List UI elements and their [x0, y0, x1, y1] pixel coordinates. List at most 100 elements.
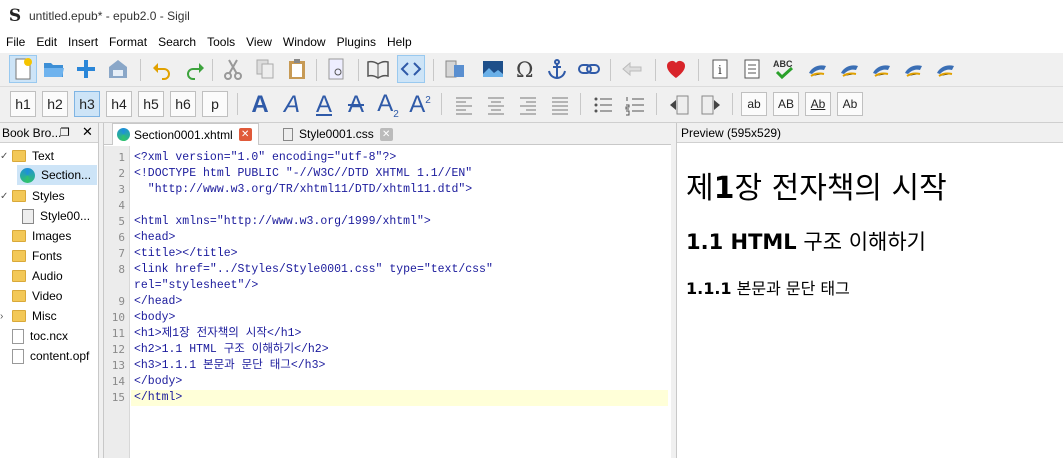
- tree-folder-video[interactable]: Video: [12, 286, 62, 306]
- code-line[interactable]: <link href="../Styles/Style0001.css" typ…: [134, 262, 493, 278]
- menu-window[interactable]: Window: [277, 31, 331, 53]
- menu-tools[interactable]: Tools: [201, 31, 240, 53]
- menu-search[interactable]: Search: [152, 31, 201, 53]
- heading-1-button[interactable]: h1: [10, 91, 36, 117]
- new-file-button[interactable]: [9, 55, 37, 83]
- code-line[interactable]: <!DOCTYPE html PUBLIC "-//W3C//DTD XHTML…: [134, 166, 472, 182]
- subscript-button[interactable]: A2: [374, 90, 402, 120]
- code-line[interactable]: <?xml version="1.0" encoding="utf-8"?>: [134, 150, 396, 166]
- menu-view[interactable]: View: [240, 31, 277, 53]
- meta-editor-button[interactable]: [323, 55, 351, 83]
- code-line[interactable]: <head>: [134, 230, 175, 246]
- open-file-button[interactable]: [40, 55, 68, 83]
- plugin-1-button[interactable]: [804, 55, 832, 83]
- tree-folder-misc[interactable]: › Misc: [0, 306, 57, 326]
- plugin-3-button[interactable]: [868, 55, 896, 83]
- menu-insert[interactable]: Insert: [62, 31, 103, 53]
- italic-button[interactable]: A: [278, 91, 306, 118]
- insert-id-button[interactable]: [543, 55, 571, 83]
- add-file-button[interactable]: [72, 55, 100, 83]
- plugin-2-button[interactable]: [836, 55, 864, 83]
- tree-item-style0001[interactable]: Style00...: [22, 206, 90, 226]
- report-button[interactable]: i: [706, 55, 734, 83]
- titlecase-button[interactable]: Ab: [805, 92, 831, 116]
- close-tab-icon[interactable]: ✕: [379, 127, 393, 141]
- capitalize-button[interactable]: Ab: [837, 92, 863, 116]
- paragraph-button[interactable]: p: [202, 91, 228, 117]
- menu-plugins[interactable]: Plugins: [331, 31, 381, 53]
- close-tab-icon[interactable]: ✕: [238, 128, 252, 141]
- tab-style0001[interactable]: Style0001.css ✕: [279, 123, 399, 145]
- plugin-5-button[interactable]: [932, 55, 960, 83]
- undo-button[interactable]: [148, 55, 176, 83]
- current-code-line[interactable]: </html>: [131, 390, 668, 406]
- bullet-list-button[interactable]: [589, 91, 617, 119]
- code-view-button[interactable]: [397, 55, 425, 83]
- heading-5-button[interactable]: h5: [138, 91, 164, 117]
- plugin-4-button[interactable]: [900, 55, 928, 83]
- code-line[interactable]: <h3>1.1.1 본문과 문단 태그</h3>: [134, 358, 325, 374]
- sigil-app-icon: S: [8, 5, 22, 26]
- code-line[interactable]: </head>: [134, 294, 182, 310]
- align-left-button[interactable]: [450, 91, 478, 119]
- split-file-button[interactable]: [441, 55, 469, 83]
- donate-button[interactable]: [662, 55, 690, 83]
- justify-button[interactable]: [546, 91, 574, 119]
- align-right-button[interactable]: [514, 91, 542, 119]
- increase-indent-button[interactable]: [697, 91, 725, 119]
- float-panel-icon[interactable]: ❐: [60, 126, 70, 139]
- align-center-button[interactable]: [482, 91, 510, 119]
- back-button[interactable]: [618, 55, 646, 83]
- insert-link-button[interactable]: [575, 55, 603, 83]
- insert-image-button[interactable]: [479, 55, 507, 83]
- tree-folder-images[interactable]: Images: [12, 226, 71, 246]
- tree-folder-audio[interactable]: Audio: [12, 266, 63, 286]
- numbered-list-button[interactable]: [621, 91, 649, 119]
- tree-item-toc-ncx[interactable]: toc.ncx: [12, 326, 68, 346]
- spellcheck-button[interactable]: ABC: [770, 55, 798, 83]
- heading-2-button[interactable]: h2: [42, 91, 68, 117]
- chevron-down-icon[interactable]: ✓: [0, 151, 8, 162]
- code-line[interactable]: <h1>제1장 전자책의 시작</h1>: [134, 326, 301, 342]
- decrease-indent-button[interactable]: [665, 91, 693, 119]
- tree-item-section0001[interactable]: Section...: [17, 165, 97, 185]
- book-view-button[interactable]: [364, 55, 392, 83]
- code-line[interactable]: <html xmlns="http://www.w3.org/1999/xhtm…: [134, 214, 431, 230]
- tree-folder-fonts[interactable]: Fonts: [12, 246, 62, 266]
- code-line[interactable]: <body>: [134, 310, 175, 326]
- copy-button[interactable]: [251, 55, 279, 83]
- menu-edit[interactable]: Edit: [30, 31, 62, 53]
- close-icon[interactable]: ✕: [82, 124, 93, 140]
- tab-section0001[interactable]: Section0001.xhtml ✕: [112, 123, 259, 145]
- tree-folder-text[interactable]: ✓ Text: [0, 146, 54, 166]
- tree-folder-styles[interactable]: ✓ Styles: [0, 186, 65, 206]
- code-line[interactable]: "http://www.w3.org/TR/xhtml11/DTD/xhtml1…: [134, 182, 472, 198]
- cut-button[interactable]: [219, 55, 247, 83]
- superscript-button[interactable]: A2: [406, 91, 434, 118]
- menu-help[interactable]: Help: [381, 31, 417, 53]
- bold-button[interactable]: A: [246, 91, 274, 118]
- uppercase-button[interactable]: AB: [773, 92, 799, 116]
- paste-button[interactable]: [283, 55, 311, 83]
- heading-4-button[interactable]: h4: [106, 91, 132, 117]
- chevron-down-icon[interactable]: ✓: [0, 191, 8, 202]
- underline-button[interactable]: A: [310, 91, 338, 118]
- heading-3-button[interactable]: h3: [74, 91, 100, 117]
- redo-button[interactable]: [181, 55, 209, 83]
- code-line[interactable]: rel="stylesheet"/>: [134, 278, 258, 294]
- justify-icon: [552, 97, 568, 115]
- heading-6-button[interactable]: h6: [170, 91, 196, 117]
- strikethrough-button[interactable]: A: [342, 91, 370, 118]
- chevron-right-icon[interactable]: ›: [0, 311, 3, 322]
- open-folder-icon: [44, 63, 64, 77]
- code-line[interactable]: </body>: [134, 374, 182, 390]
- code-line[interactable]: <h2>1.1 HTML 구조 이해하기</h2>: [134, 342, 329, 358]
- save-button[interactable]: [104, 55, 132, 83]
- insert-special-char-button[interactable]: Ω: [511, 55, 539, 83]
- menu-format[interactable]: Format: [103, 31, 152, 53]
- tree-item-content-opf[interactable]: content.opf: [12, 346, 89, 366]
- menu-file[interactable]: File: [0, 31, 30, 53]
- lowercase-button[interactable]: ab: [741, 92, 767, 116]
- toc-button[interactable]: [738, 55, 766, 83]
- code-line[interactable]: <title></title>: [134, 246, 238, 262]
